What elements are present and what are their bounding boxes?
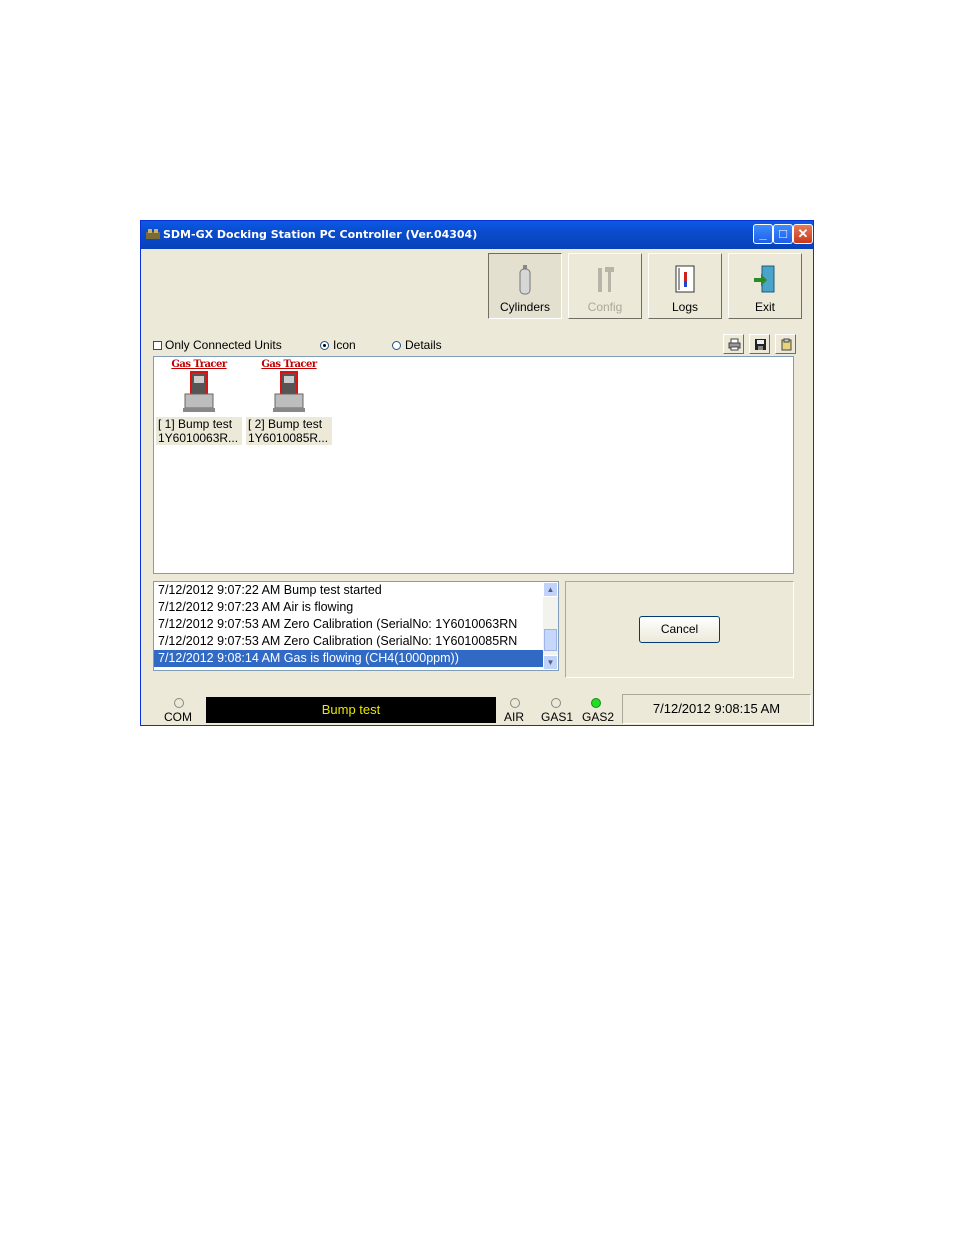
checkbox-box[interactable] <box>153 341 162 351</box>
cylinder-icon <box>519 265 531 295</box>
status-bar: COM Bump test AIR GAS1 GAS2 7/12/2012 9:… <box>142 687 814 725</box>
com-label: COM <box>164 710 192 724</box>
gas2-led-icon <box>591 698 601 708</box>
status-datetime: 7/12/2012 9:08:15 AM <box>622 694 811 724</box>
logs-button[interactable]: Logs <box>648 253 722 319</box>
unit-caption-line1: [ 1] Bump test <box>156 417 242 431</box>
gas2-label: GAS2 <box>582 710 615 724</box>
only-connected-checkbox[interactable]: Only Connected Units <box>153 338 282 352</box>
details-view-label: Details <box>405 338 442 352</box>
log-line-selected[interactable]: 7/12/2012 9:08:14 AM Gas is flowing (CH4… <box>154 650 558 667</box>
unit-caption-line1: [ 2] Bump test <box>246 417 332 431</box>
unit-caption-line2: 1Y6010085R... <box>246 431 332 445</box>
unit-caption-line2: 1Y6010063R... <box>156 431 242 445</box>
details-view-radio[interactable]: Details <box>392 338 442 352</box>
units-panel[interactable]: Gas Tracer [ 1] Bump test 1Y6010063R... … <box>153 356 794 574</box>
minimize-button[interactable]: _ <box>753 224 773 244</box>
radio-details-view[interactable] <box>392 341 401 351</box>
config-button[interactable]: Config <box>568 253 642 319</box>
air-led-icon <box>510 698 520 708</box>
log-line[interactable]: 7/12/2012 9:07:53 AM Zero Calibration (S… <box>154 616 558 633</box>
exit-door-icon <box>754 265 775 293</box>
save-button[interactable] <box>749 334 770 354</box>
log-listbox[interactable]: 7/12/2012 9:07:22 AM Bump test started 7… <box>153 581 559 671</box>
gas1-label: GAS1 <box>541 710 574 724</box>
scroll-down-icon[interactable]: ▼ <box>543 655 558 670</box>
status-display: Bump test <box>206 697 496 723</box>
exit-label: Exit <box>754 300 775 314</box>
radio-icon-view[interactable] <box>320 341 329 351</box>
action-panel: Cancel <box>565 581 794 678</box>
unit-logo: Gas Tracer <box>171 359 227 370</box>
print-icon <box>728 338 741 351</box>
cylinders-button[interactable]: Cylinders <box>488 253 562 319</box>
gas1-led-icon <box>551 698 561 708</box>
icon-view-radio[interactable]: Icon <box>320 338 356 352</box>
com-led-icon <box>174 698 184 708</box>
notebook-icon <box>675 265 695 293</box>
unit-item[interactable]: Gas Tracer [ 2] Bump test 1Y6010085R... <box>246 359 332 445</box>
clipboard-button[interactable] <box>775 334 796 354</box>
print-button[interactable] <box>723 334 744 354</box>
docking-station-icon <box>273 371 305 412</box>
config-label: Config <box>587 300 623 314</box>
cancel-button[interactable]: Cancel <box>639 616 720 643</box>
scroll-thumb[interactable] <box>544 629 557 651</box>
unit-item[interactable]: Gas Tracer [ 1] Bump test 1Y6010063R... <box>156 359 242 445</box>
log-line[interactable]: 7/12/2012 9:07:22 AM Bump test started <box>154 582 558 599</box>
unit-logo: Gas Tracer <box>261 359 317 370</box>
icon-view-label: Icon <box>333 338 356 352</box>
cylinders-label: Cylinders <box>499 300 550 314</box>
exit-button[interactable]: Exit <box>728 253 802 319</box>
title-bar[interactable]: SDM-GX Docking Station PC Controller (Ve… <box>141 221 813 249</box>
air-label: AIR <box>504 710 525 724</box>
scroll-up-icon[interactable]: ▲ <box>543 582 558 597</box>
app-window: SDM-GX Docking Station PC Controller (Ve… <box>140 220 814 726</box>
close-button[interactable]: ✕ <box>793 224 813 244</box>
log-line[interactable]: 7/12/2012 9:07:23 AM Air is flowing <box>154 599 558 616</box>
app-icon <box>146 229 160 239</box>
logs-label: Logs <box>671 300 699 314</box>
save-icon <box>755 339 766 350</box>
only-connected-label: Only Connected Units <box>165 338 282 352</box>
docking-station-icon <box>183 371 215 412</box>
log-line[interactable]: 7/12/2012 9:07:53 AM Zero Calibration (S… <box>154 633 558 650</box>
window-title: SDM-GX Docking Station PC Controller (Ve… <box>163 228 478 241</box>
log-scrollbar[interactable]: ▲ ▼ <box>543 582 558 670</box>
clipboard-icon <box>781 338 792 351</box>
tools-icon <box>598 267 614 292</box>
maximize-button[interactable]: □ <box>773 224 793 244</box>
